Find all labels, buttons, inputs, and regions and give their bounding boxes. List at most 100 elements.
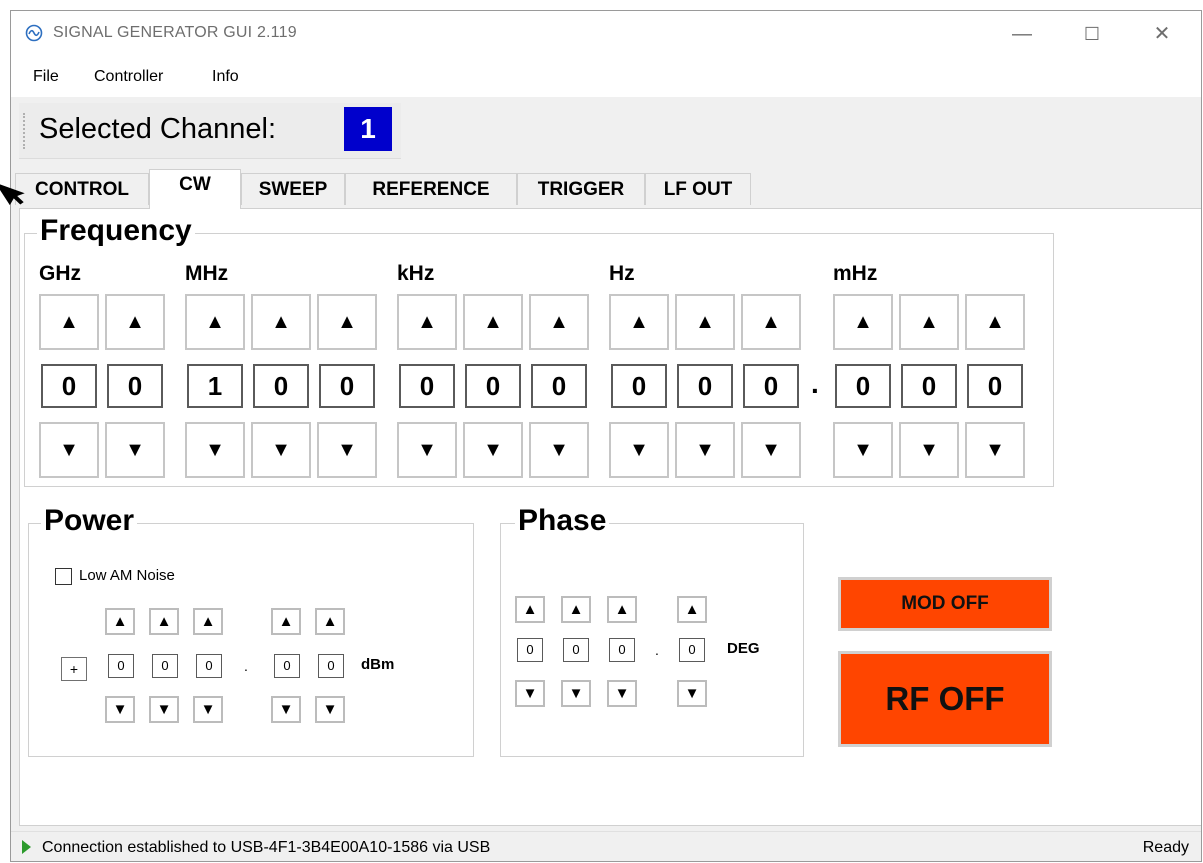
freq-up-button-1[interactable]: ▲ [39,294,99,350]
phase-up-button-1[interactable]: ▲ [515,596,545,623]
up-arrow-icon: ▲ [271,310,291,333]
menu-controller[interactable]: Controller [94,68,163,86]
up-arrow-icon: ▲ [59,310,79,333]
freq-up-button-13[interactable]: ▲ [899,294,959,350]
power-up-button-3[interactable]: ▲ [193,608,223,635]
phase-up-button-4[interactable]: ▲ [677,596,707,623]
power-down-button-1[interactable]: ▼ [105,696,135,723]
menu-info[interactable]: Info [212,68,239,86]
low-am-noise-checkbox[interactable] [55,568,72,585]
status-state: Ready [1142,839,1189,856]
mod-off-button[interactable]: MOD OFF [838,577,1052,631]
freq-up-button-7[interactable]: ▲ [463,294,523,350]
freq-up-button-4[interactable]: ▲ [251,294,311,350]
toolstrip-grip[interactable] [23,113,27,149]
power-down-button-4[interactable]: ▼ [271,696,301,723]
freq-decimal-point: . [811,368,819,399]
down-arrow-icon: ▼ [417,438,437,461]
power-title: Power [41,504,138,538]
freq-up-button-5[interactable]: ▲ [317,294,377,350]
tab-strip: CONTROL CW SWEEP REFERENCE TRIGGER LF OU… [11,169,811,209]
freq-down-button-3[interactable]: ▼ [185,422,245,478]
frequency-title: Frequency [37,214,195,248]
freq-down-button-10[interactable]: ▼ [675,422,735,478]
minimize-icon: — [1012,23,1032,45]
power-down-button-3[interactable]: ▼ [193,696,223,723]
freq-up-button-2[interactable]: ▲ [105,294,165,350]
tab-sweep[interactable]: SWEEP [241,173,345,205]
up-arrow-icon: ▲ [568,601,584,618]
freq-up-button-6[interactable]: ▲ [397,294,457,350]
power-down-button-2[interactable]: ▼ [149,696,179,723]
freq-down-button-6[interactable]: ▼ [397,422,457,478]
freq-digit-8: 0 [531,364,587,408]
menu-bar: File Controller Info [11,57,1201,97]
freq-up-button-3[interactable]: ▲ [185,294,245,350]
power-digit-5: 0 [318,654,344,678]
freq-down-button-13[interactable]: ▼ [899,422,959,478]
menu-file[interactable]: File [33,68,59,86]
freq-down-button-12[interactable]: ▼ [833,422,893,478]
freq-down-button-11[interactable]: ▼ [741,422,801,478]
tab-control[interactable]: CONTROL [15,173,149,205]
power-unit-label: dBm [361,656,395,673]
tab-lf-out[interactable]: LF OUT [645,173,751,205]
freq-down-button-4[interactable]: ▼ [251,422,311,478]
freq-up-button-9[interactable]: ▲ [609,294,669,350]
phase-unit-label: DEG [727,640,760,657]
phase-down-button-3[interactable]: ▼ [607,680,637,707]
freq-up-button-8[interactable]: ▲ [529,294,589,350]
freq-digit-2: 0 [107,364,163,408]
low-am-noise-label: Low AM Noise [79,567,175,584]
freq-down-button-1[interactable]: ▼ [39,422,99,478]
down-arrow-icon: ▼ [568,685,584,702]
tab-trigger[interactable]: TRIGGER [517,173,645,205]
unit-hz-label: Hz [609,262,635,285]
selected-channel-value[interactable]: 1 [344,107,392,151]
up-arrow-icon: ▲ [761,310,781,333]
phase-decimal-point: . [655,642,659,658]
freq-down-button-5[interactable]: ▼ [317,422,377,478]
phase-down-button-2[interactable]: ▼ [561,680,591,707]
mouse-pointer-icon [0,182,25,206]
close-button[interactable]: ✕ [1131,11,1193,57]
power-up-button-5[interactable]: ▲ [315,608,345,635]
freq-down-button-14[interactable]: ▼ [965,422,1025,478]
freq-up-button-10[interactable]: ▲ [675,294,735,350]
freq-down-button-2[interactable]: ▼ [105,422,165,478]
power-up-button-2[interactable]: ▲ [149,608,179,635]
power-down-button-5[interactable]: ▼ [315,696,345,723]
phase-up-button-2[interactable]: ▲ [561,596,591,623]
phase-up-button-3[interactable]: ▲ [607,596,637,623]
down-arrow-icon: ▼ [112,701,128,718]
phase-digit-1: 0 [517,638,543,662]
power-decimal-point: . [244,658,248,674]
freq-digit-9: 0 [611,364,667,408]
down-arrow-icon: ▼ [337,438,357,461]
down-arrow-icon: ▼ [853,438,873,461]
freq-down-button-8[interactable]: ▼ [529,422,589,478]
down-arrow-icon: ▼ [483,438,503,461]
freq-down-button-9[interactable]: ▼ [609,422,669,478]
unit-khz-label: kHz [397,262,435,285]
maximize-button[interactable]: ☐ [1061,11,1123,57]
minimize-button[interactable]: — [991,11,1053,57]
down-arrow-icon: ▼ [156,701,172,718]
tab-reference[interactable]: REFERENCE [345,173,517,205]
freq-digit-7: 0 [465,364,521,408]
phase-down-button-1[interactable]: ▼ [515,680,545,707]
power-up-button-4[interactable]: ▲ [271,608,301,635]
rf-off-button[interactable]: RF OFF [838,651,1052,747]
freq-down-button-7[interactable]: ▼ [463,422,523,478]
title-bar: SIGNAL GENERATOR GUI 2.119 — ☐ ✕ [11,11,1201,57]
close-icon: ✕ [1153,23,1171,45]
freq-up-button-14[interactable]: ▲ [965,294,1025,350]
tab-cw[interactable]: CW [149,169,241,209]
freq-up-button-12[interactable]: ▲ [833,294,893,350]
power-up-button-1[interactable]: ▲ [105,608,135,635]
power-sign-button[interactable]: + [61,657,87,681]
up-arrow-icon: ▲ [522,601,538,618]
freq-up-button-11[interactable]: ▲ [741,294,801,350]
unit-mhz-milli-label: mHz [833,262,878,285]
phase-down-button-4[interactable]: ▼ [677,680,707,707]
